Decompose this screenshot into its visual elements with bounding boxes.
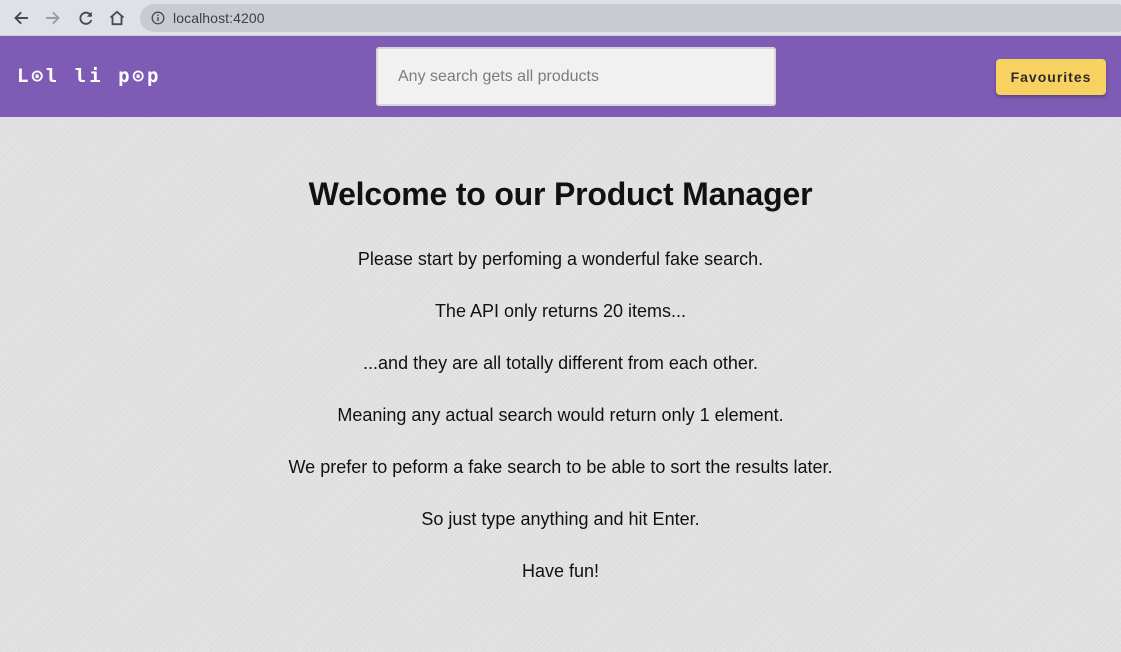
welcome-section: Welcome to our Product Manager Please st…	[0, 117, 1121, 652]
intro-line-4: Meaning any actual search would return o…	[337, 405, 784, 425]
url-text[interactable]: localhost:4200	[173, 10, 265, 26]
home-icon[interactable]	[105, 6, 129, 30]
intro-line-6: So just type anything and hit Enter.	[421, 509, 700, 529]
search-input[interactable]	[378, 49, 774, 104]
page-title: Welcome to our Product Manager	[308, 176, 813, 212]
search-box[interactable]	[376, 47, 776, 106]
intro-line-5: We prefer to peform a fake search to be …	[288, 457, 833, 477]
app-header: L⊙l li p⊙p Favourites	[0, 36, 1121, 117]
intro-line-1: Please start by perfoming a wonderful fa…	[357, 249, 764, 269]
favourites-button[interactable]: Favourites	[996, 59, 1106, 95]
info-icon[interactable]	[151, 11, 165, 25]
logo[interactable]: L⊙l li p⊙p	[17, 64, 161, 88]
address-bar[interactable]: localhost:4200	[140, 4, 1121, 32]
intro-line-2: The API only returns 20 items...	[434, 301, 687, 321]
back-arrow-icon[interactable]	[9, 6, 33, 30]
intro-line-3: ...and they are all totally different fr…	[363, 353, 758, 373]
forward-arrow-icon[interactable]	[41, 6, 65, 30]
browser-toolbar: localhost:4200	[0, 0, 1121, 36]
reload-icon[interactable]	[74, 6, 98, 30]
intro-line-7: Have fun!	[521, 561, 600, 581]
